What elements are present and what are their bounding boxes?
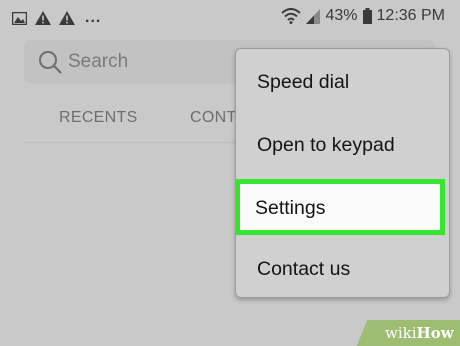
tab-recents[interactable]: RECENTS: [59, 109, 138, 127]
overflow-menu: Speed dial Open to keypad Contact us: [235, 48, 450, 298]
clock: 12:36 PM: [376, 7, 445, 24]
warning-icon: [35, 11, 51, 25]
menu-item-contact-us[interactable]: Contact us: [257, 258, 350, 281]
menu-item-settings[interactable]: Settings: [235, 179, 445, 235]
battery-percent: 43%: [325, 7, 358, 24]
battery-icon: [362, 8, 372, 24]
wikihow-logo: wikiHow: [385, 324, 454, 342]
menu-item-speed-dial[interactable]: Speed dial: [257, 71, 349, 94]
warning-icon: [59, 11, 75, 25]
logo-wiki: wiki: [385, 324, 417, 342]
signal-icon: [306, 8, 321, 24]
notification-icons: ...: [12, 9, 101, 27]
menu-item-settings-label: Settings: [255, 197, 326, 219]
logo-how: How: [416, 324, 454, 342]
tab-contacts[interactable]: CONTACTS: [190, 109, 236, 127]
status-indicators: 43% 12:36 PM: [281, 7, 445, 25]
menu-item-open-to-keypad[interactable]: Open to keypad: [257, 134, 395, 157]
search-icon: [39, 51, 62, 74]
status-bar: ... 43% 12:36 PM: [0, 0, 460, 36]
search-placeholder: Search: [68, 51, 129, 72]
more-notifications-indicator: ...: [85, 9, 102, 26]
image-icon: [12, 11, 27, 25]
wifi-icon: [281, 8, 302, 24]
